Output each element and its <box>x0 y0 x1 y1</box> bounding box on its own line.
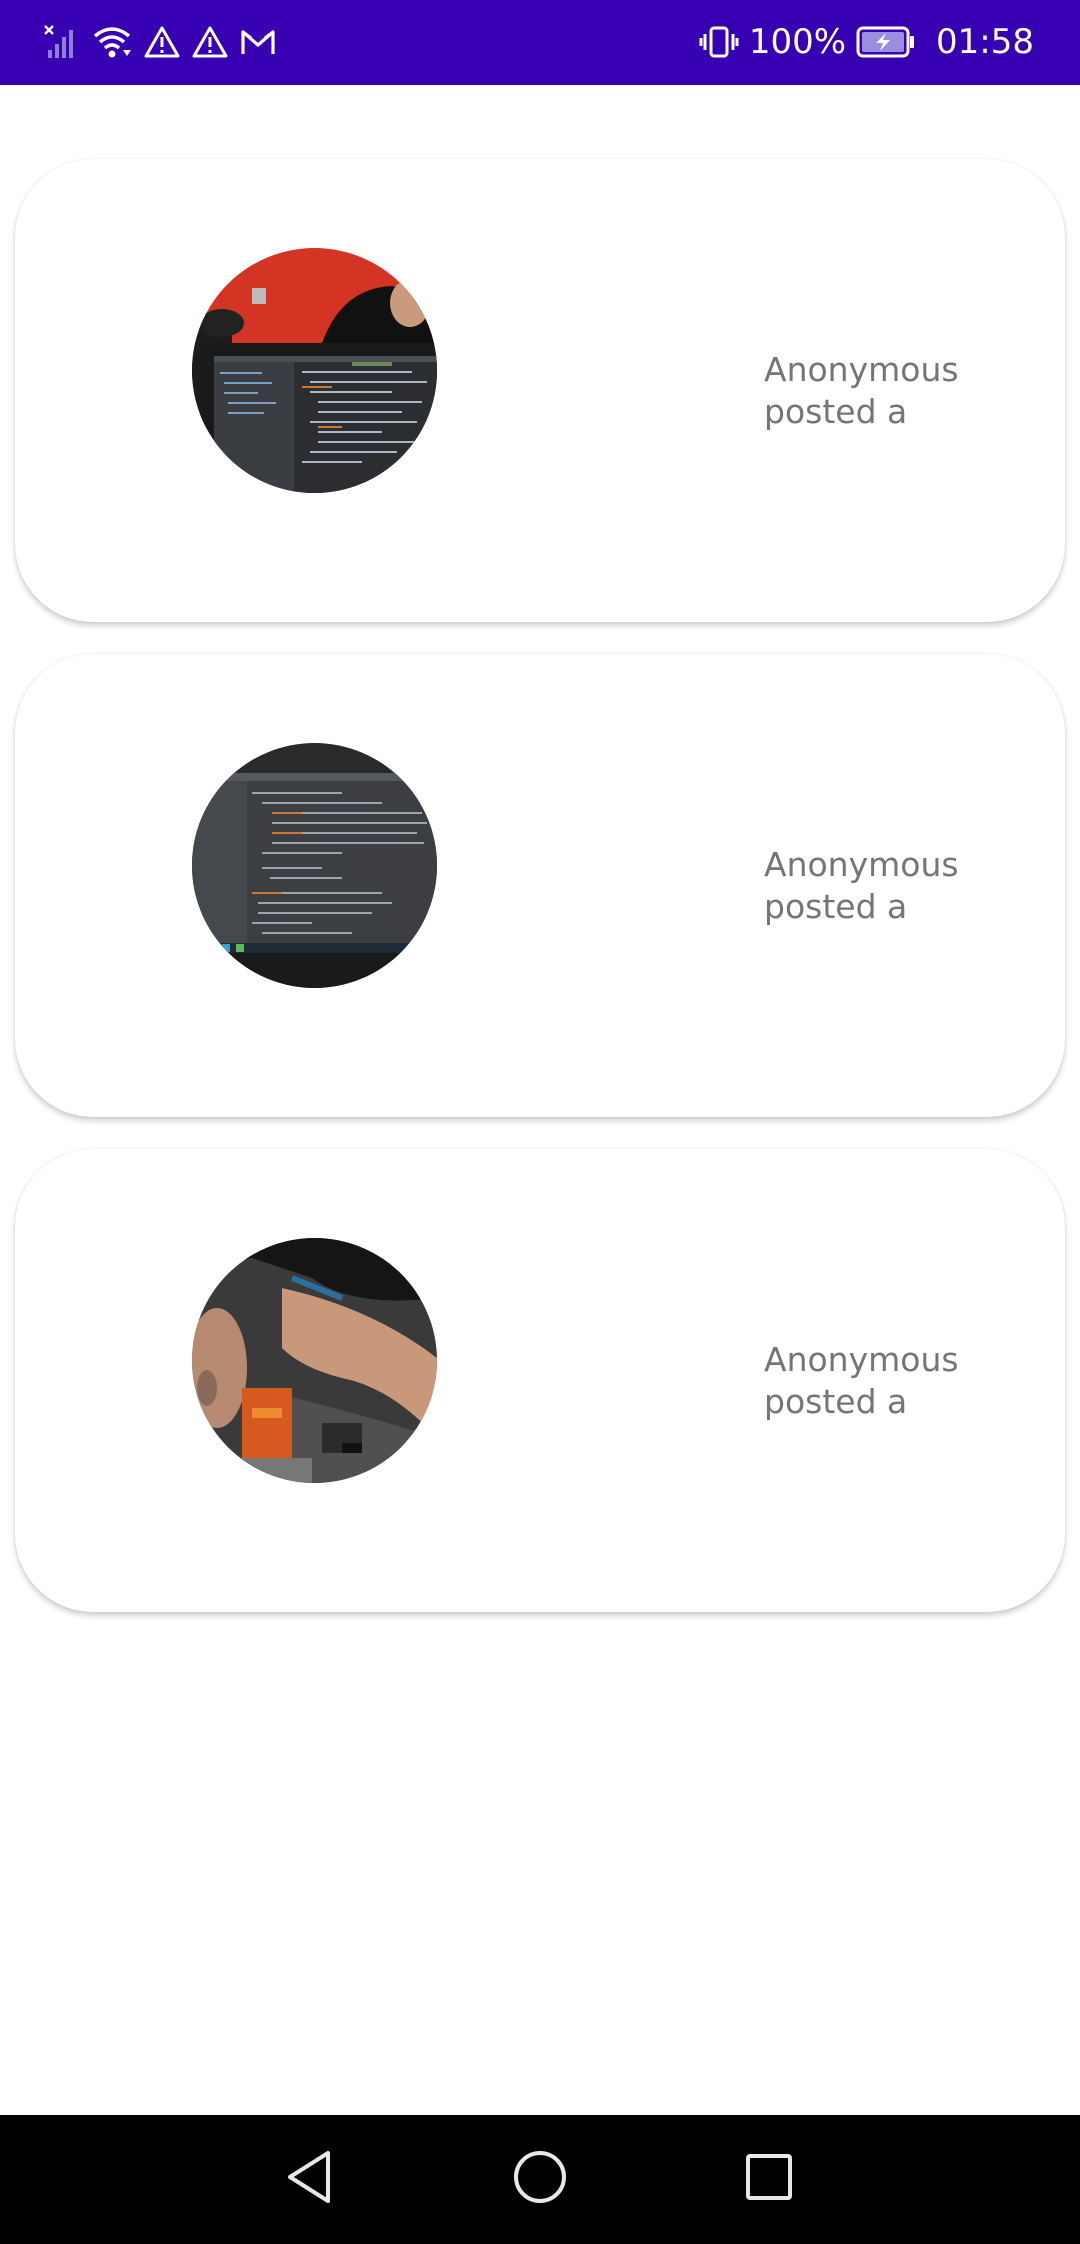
post-card[interactable]: Anonymous posted a <box>15 159 1065 622</box>
recents-button[interactable] <box>733 2143 805 2215</box>
home-button[interactable] <box>504 2143 576 2215</box>
gmail-icon <box>240 27 276 57</box>
post-caption: Anonymous posted a <box>764 1339 1044 1423</box>
post-image[interactable] <box>192 743 437 988</box>
vibrate-icon <box>699 24 739 60</box>
post-image[interactable] <box>192 248 437 493</box>
post-card[interactable]: Anonymous posted a <box>15 654 1065 1117</box>
post-card[interactable]: Anonymous posted a <box>15 1149 1065 1612</box>
back-button[interactable] <box>273 2143 345 2215</box>
no-signal-icon <box>44 24 80 60</box>
status-right-icons: 100% 01:58 <box>699 18 1034 66</box>
post-action: posted a <box>764 392 908 431</box>
alert-icon <box>144 25 180 59</box>
alert-icon <box>192 25 228 59</box>
post-action: posted a <box>764 1382 908 1421</box>
battery-charging-icon <box>856 25 916 59</box>
status-bar: 100% 01:58 <box>0 0 1080 85</box>
home-icon <box>512 2149 568 2209</box>
post-author: Anonymous <box>764 350 959 389</box>
post-action: posted a <box>764 887 908 926</box>
back-icon <box>284 2149 334 2209</box>
wifi-icon <box>92 24 132 60</box>
post-caption: Anonymous posted a <box>764 349 1044 433</box>
post-author: Anonymous <box>764 1340 959 1379</box>
clock: 01:58 <box>936 22 1034 62</box>
battery-percent: 100% <box>748 22 847 62</box>
navigation-bar <box>0 2115 1080 2244</box>
status-left-icons <box>44 20 276 64</box>
post-caption: Anonymous posted a <box>764 844 1044 928</box>
post-feed[interactable]: Anonymous posted a Anonymous posted a An… <box>0 85 1080 2115</box>
recents-icon <box>744 2152 794 2206</box>
post-image[interactable] <box>192 1238 437 1483</box>
post-author: Anonymous <box>764 845 959 884</box>
